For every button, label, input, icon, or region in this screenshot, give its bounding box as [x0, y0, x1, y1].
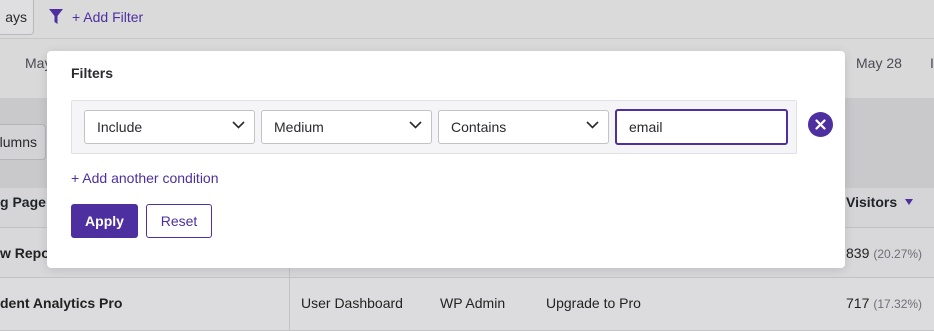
- cell-visitors: 717 (17.32%): [846, 295, 922, 311]
- date-axis-label-edge: I: [930, 55, 934, 71]
- add-condition-link[interactable]: + Add another condition: [71, 170, 219, 186]
- column-header-visitors-label: Visitors: [846, 194, 898, 210]
- include-exclude-value: Include: [97, 119, 143, 135]
- sort-desc-icon: [905, 199, 914, 205]
- columns-button-label: lumns: [0, 134, 37, 150]
- chevron-down-icon: [409, 121, 422, 129]
- cell-visitors-value: 717: [846, 295, 870, 311]
- dimension-value: Medium: [274, 119, 324, 135]
- report-toolbar: ays + Add Filter: [0, 0, 934, 38]
- add-filter-button[interactable]: + Add Filter: [48, 6, 143, 28]
- filters-popover: Filters Include Medium Contains + Add an…: [47, 51, 845, 268]
- filter-value-input[interactable]: [615, 109, 788, 145]
- reset-button[interactable]: Reset: [146, 204, 212, 238]
- operator-value: Contains: [451, 119, 507, 135]
- operator-select[interactable]: Contains: [438, 110, 609, 144]
- dimension-select[interactable]: Medium: [261, 110, 432, 144]
- date-axis-label-right: May 28: [856, 55, 902, 71]
- column-divider: [289, 278, 290, 330]
- columns-button[interactable]: lumns: [0, 124, 46, 160]
- include-exclude-select[interactable]: Include: [84, 110, 255, 144]
- cell-landing-page[interactable]: dent Analytics Pro: [0, 295, 122, 311]
- cell-visitors-percent: (20.27%): [873, 247, 923, 261]
- column-header-visitors[interactable]: Visitors: [846, 194, 914, 210]
- cell-visitors-percent: (17.32%): [873, 297, 923, 311]
- date-range-label: ays: [5, 9, 27, 25]
- close-icon: [815, 119, 826, 130]
- date-range-button[interactable]: ays: [0, 0, 34, 35]
- cell-visitors: 839 (20.27%): [846, 245, 922, 261]
- column-header-landing-page[interactable]: g Page: [0, 194, 46, 210]
- chevron-down-icon: [232, 121, 245, 129]
- cell-landing-page[interactable]: w Repo: [0, 245, 50, 261]
- cell-medium: WP Admin: [440, 295, 506, 311]
- cell-source: User Dashboard: [301, 295, 403, 311]
- apply-button[interactable]: Apply: [71, 204, 138, 238]
- cell-campaign: Upgrade to Pro: [546, 295, 641, 311]
- filters-title: Filters: [71, 65, 114, 81]
- remove-condition-button[interactable]: [808, 112, 833, 137]
- funnel-icon: [49, 9, 63, 24]
- cell-visitors-value: 839: [846, 245, 870, 261]
- chevron-down-icon: [586, 121, 599, 129]
- add-filter-label: + Add Filter: [72, 9, 144, 25]
- table-row: dent Analytics Pro User Dashboard WP Adm…: [0, 278, 934, 331]
- filter-condition-row: Include Medium Contains: [71, 100, 797, 154]
